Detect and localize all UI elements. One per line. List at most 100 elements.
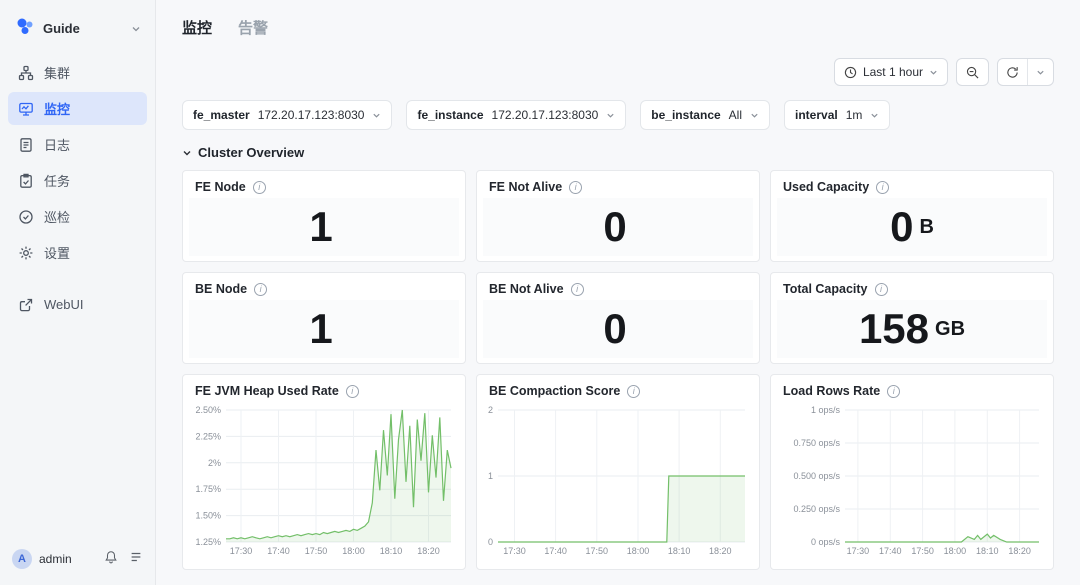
app-root: Guide 集群 监控 日志 任务 巡检 设置 WebUI A admin 监控… (0, 0, 1080, 585)
filter-label: be_instance (651, 108, 721, 122)
chevron-down-icon (607, 113, 614, 118)
filter-bar: fe_master 172.20.17.123:8030 fe_instance… (182, 100, 1054, 130)
svg-text:2.25%: 2.25% (195, 431, 221, 441)
log-icon (20, 137, 32, 152)
task-icon (20, 173, 32, 188)
product-name: Guide (43, 21, 80, 36)
load-rows-rate-chart[interactable]: 1 ops/s 0.750 ops/s 0.500 ops/s 0.250 ops/s… (777, 402, 1047, 558)
refresh-interval-dropdown[interactable] (1027, 59, 1053, 85)
svg-text:1.25%: 1.25% (195, 537, 221, 547)
external-link-icon (19, 298, 33, 311)
sidebar-item-logs[interactable]: 日志 (8, 128, 147, 161)
sidebar-footer: A admin (0, 537, 155, 585)
collapse-menu-icon[interactable] (129, 550, 143, 569)
filter-interval[interactable]: interval 1m (784, 100, 891, 130)
section-cluster-overview[interactable]: Cluster Overview (182, 145, 1054, 160)
panel-title: FE Not Alive (489, 180, 563, 194)
info-icon[interactable]: i (254, 282, 268, 296)
svg-text:17:40: 17:40 (267, 546, 290, 556)
svg-text:1.50%: 1.50% (195, 511, 221, 521)
chevron-down-icon (373, 113, 381, 118)
clock-icon (844, 66, 857, 78)
info-icon[interactable]: i (570, 282, 584, 296)
sidebar-item-tasks[interactable]: 任务 (8, 164, 147, 197)
sidebar-item-monitor[interactable]: 监控 (8, 92, 147, 125)
chevron-down-icon (1037, 70, 1044, 75)
panel-be-node: BE Node i 1 (182, 272, 466, 364)
panel-title: FE Node (195, 180, 246, 194)
gear-icon (19, 246, 33, 259)
refresh-icon (1007, 66, 1018, 78)
filter-label: fe_master (193, 108, 250, 122)
info-icon[interactable]: i (876, 180, 890, 194)
sidebar-item-label: 监控 (44, 102, 71, 117)
info-icon[interactable]: i (874, 282, 888, 296)
svg-text:2%: 2% (208, 458, 221, 468)
product-logo-icon (14, 15, 36, 42)
svg-text:18:00: 18:00 (342, 546, 365, 556)
sidebar-item-inspection[interactable]: 巡检 (8, 200, 147, 233)
filter-value: 172.20.17.123:8030 (257, 108, 365, 122)
svg-text:1.75%: 1.75% (195, 484, 221, 494)
filter-value: 172.20.17.123:8030 (491, 108, 599, 122)
sidebar-item-webui[interactable]: WebUI (8, 288, 147, 321)
info-icon[interactable]: i (252, 180, 266, 194)
product-switcher[interactable]: Guide (0, 0, 155, 52)
stat-value: 0 (603, 203, 627, 250)
refresh-button[interactable] (998, 59, 1027, 85)
info-icon[interactable]: i (627, 384, 641, 398)
panel-title: BE Node (195, 282, 248, 296)
sidebar-item-label: 集群 (44, 66, 71, 81)
svg-text:18:20: 18:20 (709, 546, 732, 556)
panel-title: Used Capacity (783, 180, 870, 194)
sidebar-item-cluster[interactable]: 集群 (8, 56, 147, 89)
tab-alerts[interactable]: 告警 (238, 17, 268, 38)
user-avatar[interactable]: A (12, 549, 32, 569)
filter-fe-master[interactable]: fe_master 172.20.17.123:8030 (182, 100, 393, 130)
chevron-down-icon (132, 26, 140, 31)
sidebar-menu: 集群 监控 日志 任务 巡检 设置 WebUI (0, 52, 155, 325)
notifications-bell-icon[interactable] (104, 550, 118, 569)
panel-title: Load Rows Rate (783, 384, 881, 398)
section-title: Cluster Overview (198, 145, 305, 160)
chevron-down-icon (751, 113, 758, 118)
panel-title: BE Not Alive (489, 282, 564, 296)
stat-body: 0 (483, 300, 753, 358)
be-compaction-chart[interactable]: 2 1 0 17:30 17:40 17:50 18:00 18:10 18:20 (483, 402, 753, 558)
stat-value: 158 (858, 305, 930, 352)
sidebar-item-label: 任务 (44, 174, 71, 189)
svg-text:18:00: 18:00 (944, 546, 967, 556)
stat-body: 1 (189, 300, 459, 358)
sidebar-item-label: 设置 (44, 246, 71, 261)
svg-text:0: 0 (488, 537, 493, 547)
filter-be-instance[interactable]: be_instance All (640, 100, 771, 130)
chart-row: FE JVM Heap Used Rate i 2.50% 2.25% 2% 1.75%… (182, 374, 1054, 570)
filter-fe-instance[interactable]: fe_instance 172.20.17.123:8030 (406, 100, 627, 130)
zoom-out-button[interactable] (956, 58, 989, 86)
stat-unit: GB (935, 317, 966, 340)
svg-text:17:30: 17:30 (230, 546, 253, 556)
monitor-icon (19, 102, 33, 116)
svg-text:0.250 ops/s: 0.250 ops/s (793, 504, 840, 514)
panel-load-rows-rate: Load Rows Rate i 1 ops/s 0.750 ops/s 0.500 … (770, 374, 1054, 570)
tab-monitor[interactable]: 监控 (182, 17, 212, 38)
time-range-picker[interactable]: Last 1 hour (833, 58, 948, 86)
panel-be-compaction-score: BE Compaction Score i 2 1 0 17:30 17:40 17:50 1… (476, 374, 760, 570)
fe-jvm-heap-chart[interactable]: 2.50% 2.25% 2% 1.75% 1.50% 1.25% 17:30 17:40 17:… (189, 402, 459, 558)
svg-text:17:40: 17:40 (879, 546, 902, 556)
main-content: 监控 告警 Last 1 hour fe_master 172.20.17.12… (156, 0, 1080, 585)
svg-text:17:40: 17:40 (544, 546, 567, 556)
stat-body: 1 (189, 198, 459, 256)
refresh-button-group (997, 58, 1054, 86)
panel-fe-jvm-heap-used-rate: FE JVM Heap Used Rate i 2.50% 2.25% 2% 1.75%… (182, 374, 466, 570)
info-icon[interactable]: i (887, 384, 901, 398)
sidebar-item-settings[interactable]: 设置 (8, 236, 147, 269)
info-icon[interactable]: i (569, 180, 583, 194)
svg-text:17:50: 17:50 (586, 546, 609, 556)
info-icon[interactable]: i (345, 384, 359, 398)
stat-value: 1 (309, 203, 333, 250)
filter-value: 1m (845, 108, 863, 122)
svg-text:17:30: 17:30 (503, 546, 526, 556)
username: admin (39, 552, 72, 566)
svg-text:0.500 ops/s: 0.500 ops/s (793, 471, 840, 481)
